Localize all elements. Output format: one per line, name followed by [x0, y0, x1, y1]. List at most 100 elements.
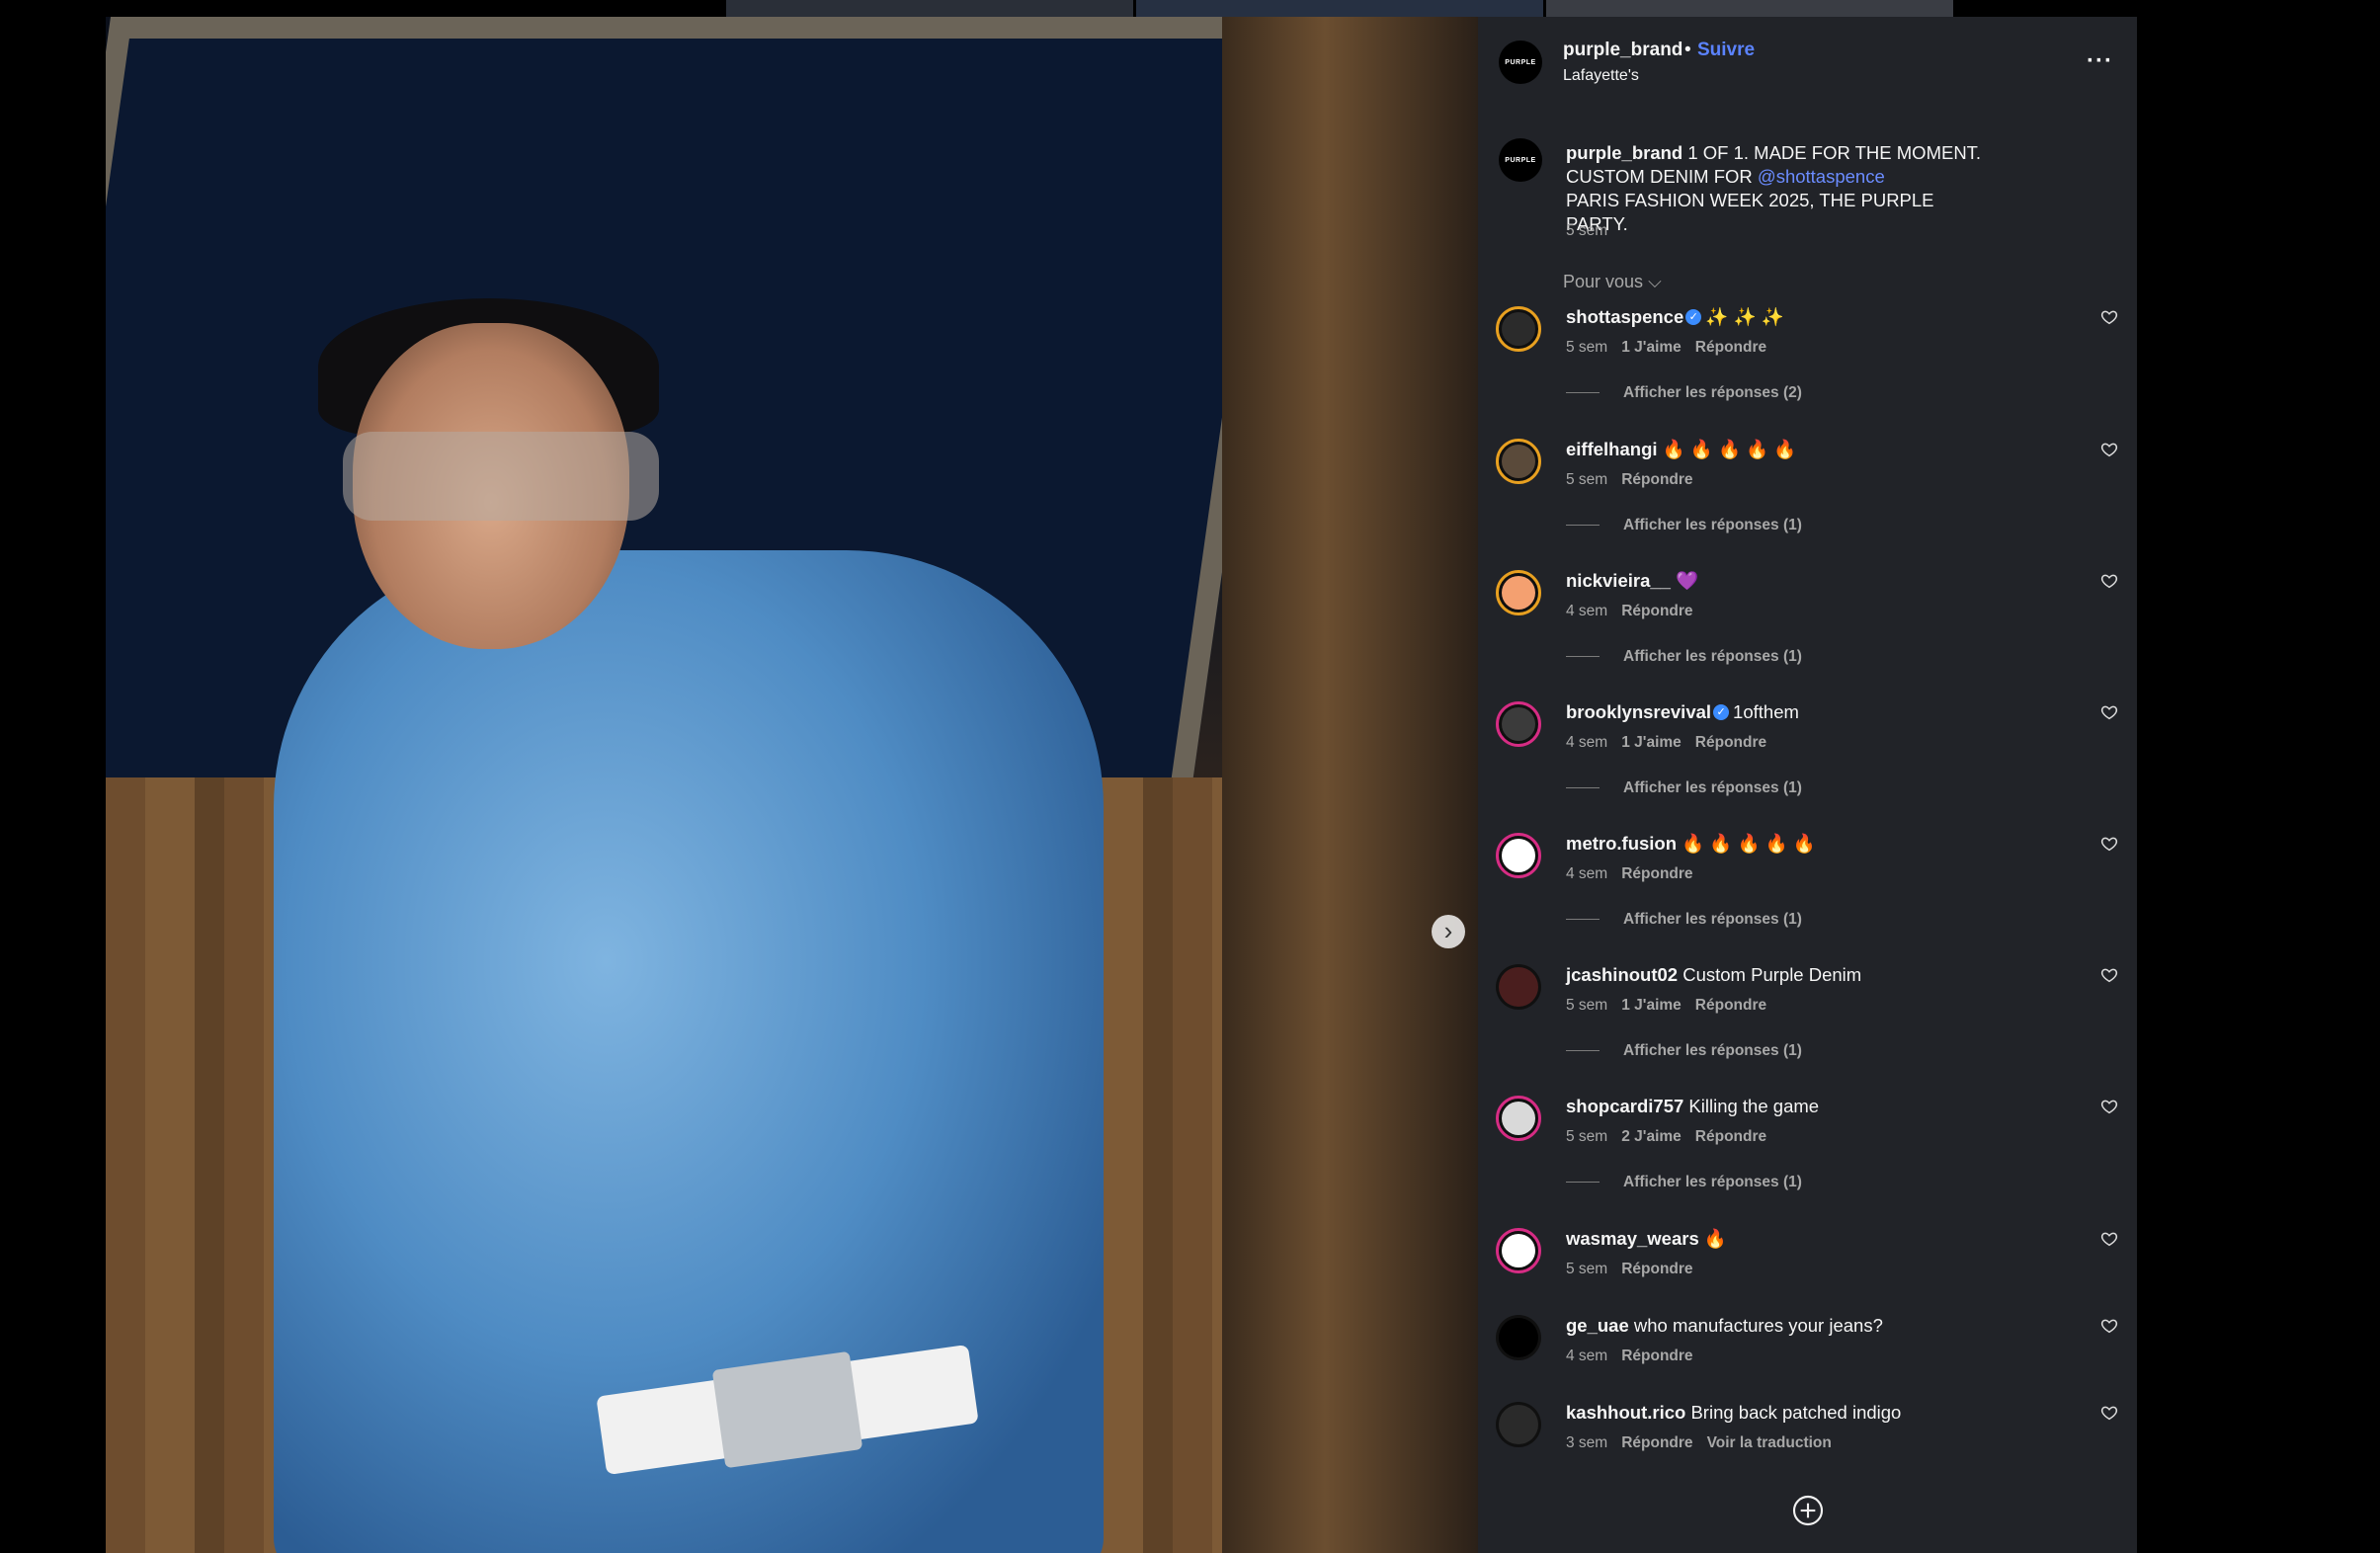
comment-body: 🔥 🔥 🔥 🔥 🔥	[1662, 439, 1797, 459]
sunglasses	[343, 432, 659, 521]
comment-timestamp: 4 sem	[1566, 603, 1608, 619]
view-replies-button[interactable]: Afficher les réponses (1)	[1566, 911, 1802, 929]
comment-body: who manufactures your jeans?	[1633, 1315, 1883, 1336]
comment-body: Custom Purple Denim	[1682, 964, 1862, 985]
view-replies-label: Afficher les réponses (1)	[1623, 1174, 1802, 1190]
belt-buckle	[711, 1350, 863, 1469]
like-heart-icon[interactable]	[2100, 1230, 2118, 1248]
comment-likes[interactable]: 1 J'aime	[1621, 734, 1682, 751]
post-caption: purple_brand 1 OF 1. MADE FOR THE MOMENT…	[1566, 141, 2001, 236]
comment-timestamp: 4 sem	[1566, 734, 1608, 751]
comment-username[interactable]: metro.fusion	[1566, 833, 1677, 854]
comment-meta: 4 sem Répondre	[1566, 603, 1707, 620]
reply-button[interactable]: Répondre	[1695, 1128, 1766, 1145]
comment-meta: 5 sem 1 J'aime Répondre	[1566, 997, 1780, 1015]
avatar[interactable]	[1496, 701, 1541, 747]
caption-text: CUSTOM DENIM FOR	[1566, 166, 1758, 187]
comment-text: ge_uae who manufactures your jeans?	[1566, 1315, 1883, 1337]
reply-button[interactable]: Répondre	[1695, 734, 1766, 751]
next-image-button[interactable]: ›	[1432, 915, 1465, 948]
view-replies-button[interactable]: Afficher les réponses (1)	[1566, 517, 1802, 534]
avatar[interactable]	[1496, 1315, 1541, 1360]
comment-text: shottaspence ✓ ✨ ✨ ✨	[1566, 306, 1784, 328]
avatar[interactable]	[1496, 1096, 1541, 1141]
view-replies-button[interactable]: Afficher les réponses (1)	[1566, 779, 1802, 797]
comment-body: ✨ ✨ ✨	[1705, 306, 1784, 327]
top-thumbnails	[726, 0, 1953, 17]
comment-timestamp: 5 sem	[1566, 997, 1608, 1014]
reply-button[interactable]: Répondre	[1621, 1434, 1692, 1451]
follow-button[interactable]: Suivre	[1697, 40, 1755, 61]
reply-button[interactable]: Répondre	[1621, 1348, 1692, 1364]
view-replies-button[interactable]: Afficher les réponses (2)	[1566, 384, 1802, 402]
reply-button[interactable]: Répondre	[1695, 339, 1766, 356]
comment-body: Killing the game	[1688, 1096, 1820, 1116]
avatar[interactable]	[1496, 439, 1541, 484]
divider	[1566, 1050, 1600, 1052]
comment-username[interactable]: ge_uae	[1566, 1315, 1629, 1336]
view-replies-button[interactable]: Afficher les réponses (1)	[1566, 648, 1802, 666]
avatar[interactable]	[1496, 1228, 1541, 1273]
avatar[interactable]	[1496, 1402, 1541, 1447]
thumbnail[interactable]	[726, 0, 1133, 17]
comment-filter-dropdown[interactable]: Pour vous ⌵	[1563, 272, 1662, 292]
comment-meta: 4 sem Répondre	[1566, 1348, 1707, 1365]
comment-username[interactable]: kashhout.rico	[1566, 1402, 1685, 1423]
avatar[interactable]	[1496, 964, 1541, 1010]
comment-username[interactable]: jcashinout02	[1566, 964, 1678, 985]
caption-text: PARIS FASHION WEEK 2025, THE PURPLE PART…	[1566, 190, 1934, 234]
like-heart-icon[interactable]	[2100, 835, 2118, 853]
reply-button[interactable]: Répondre	[1621, 471, 1692, 488]
like-heart-icon[interactable]	[2100, 1317, 2118, 1335]
divider	[1566, 392, 1600, 394]
like-heart-icon[interactable]	[2100, 1404, 2118, 1422]
avatar[interactable]	[1496, 833, 1541, 878]
like-heart-icon[interactable]	[2100, 1098, 2118, 1115]
view-replies-button[interactable]: Afficher les réponses (1)	[1566, 1174, 1802, 1191]
caption-mention[interactable]: @shottaspence	[1758, 166, 1885, 187]
more-options-icon[interactable]: ···	[2087, 47, 2113, 75]
comment-meta: 5 sem 1 J'aime Répondre	[1566, 339, 1780, 357]
post-username[interactable]: purple_brand	[1563, 40, 1682, 61]
avatar[interactable]	[1496, 570, 1541, 615]
reply-button[interactable]: Répondre	[1621, 603, 1692, 619]
comment-text: wasmay_wears 🔥	[1566, 1228, 1727, 1250]
like-heart-icon[interactable]	[2100, 703, 2118, 721]
post-location[interactable]: Lafayette's	[1563, 67, 1639, 85]
view-replies-label: Afficher les réponses (1)	[1623, 779, 1802, 796]
comment-likes[interactable]: 2 J'aime	[1621, 1128, 1682, 1145]
comment-likes[interactable]: 1 J'aime	[1621, 997, 1682, 1014]
comment-username[interactable]: brooklynsrevival	[1566, 701, 1711, 722]
comment-text: eiffelhangi 🔥 🔥 🔥 🔥 🔥	[1566, 439, 1796, 460]
thumbnail[interactable]	[1136, 0, 1543, 17]
comment-username[interactable]: shottaspence	[1566, 306, 1683, 327]
comment-meta: 5 sem Répondre	[1566, 1261, 1707, 1278]
comment-username[interactable]: wasmay_wears	[1566, 1228, 1699, 1249]
like-heart-icon[interactable]	[2100, 966, 2118, 984]
translate-button[interactable]: Voir la traduction	[1707, 1434, 1832, 1451]
avatar[interactable]: PURPLE	[1499, 41, 1542, 84]
caption-username[interactable]: purple_brand	[1566, 142, 1682, 163]
avatar[interactable]	[1496, 306, 1541, 352]
reply-button[interactable]: Répondre	[1695, 997, 1766, 1014]
thumbnail[interactable]	[1546, 0, 1953, 17]
view-replies-button[interactable]: Afficher les réponses (1)	[1566, 1042, 1802, 1060]
view-replies-label: Afficher les réponses (1)	[1623, 517, 1802, 533]
comment-username[interactable]: nickvieira__	[1566, 570, 1671, 591]
comment-timestamp: 5 sem	[1566, 339, 1608, 356]
reply-button[interactable]: Répondre	[1621, 1261, 1692, 1277]
like-heart-icon[interactable]	[2100, 441, 2118, 458]
comment-body: Bring back patched indigo	[1690, 1402, 1902, 1423]
like-heart-icon[interactable]	[2100, 572, 2118, 590]
comment-body: 🔥	[1703, 1228, 1727, 1249]
like-heart-icon[interactable]	[2100, 308, 2118, 326]
reply-button[interactable]: Répondre	[1621, 865, 1692, 882]
comment-username[interactable]: eiffelhangi	[1566, 439, 1658, 459]
comment-text: shopcardi757 Killing the game	[1566, 1096, 1819, 1117]
add-comment-icon[interactable]	[1792, 1495, 1824, 1526]
separator-dot: •	[1684, 40, 1691, 60]
comment-username[interactable]: shopcardi757	[1566, 1096, 1683, 1116]
caption-avatar[interactable]: PURPLE	[1499, 138, 1542, 182]
comment-likes[interactable]: 1 J'aime	[1621, 339, 1682, 356]
comment-text: nickvieira__ 💜	[1566, 570, 1698, 592]
